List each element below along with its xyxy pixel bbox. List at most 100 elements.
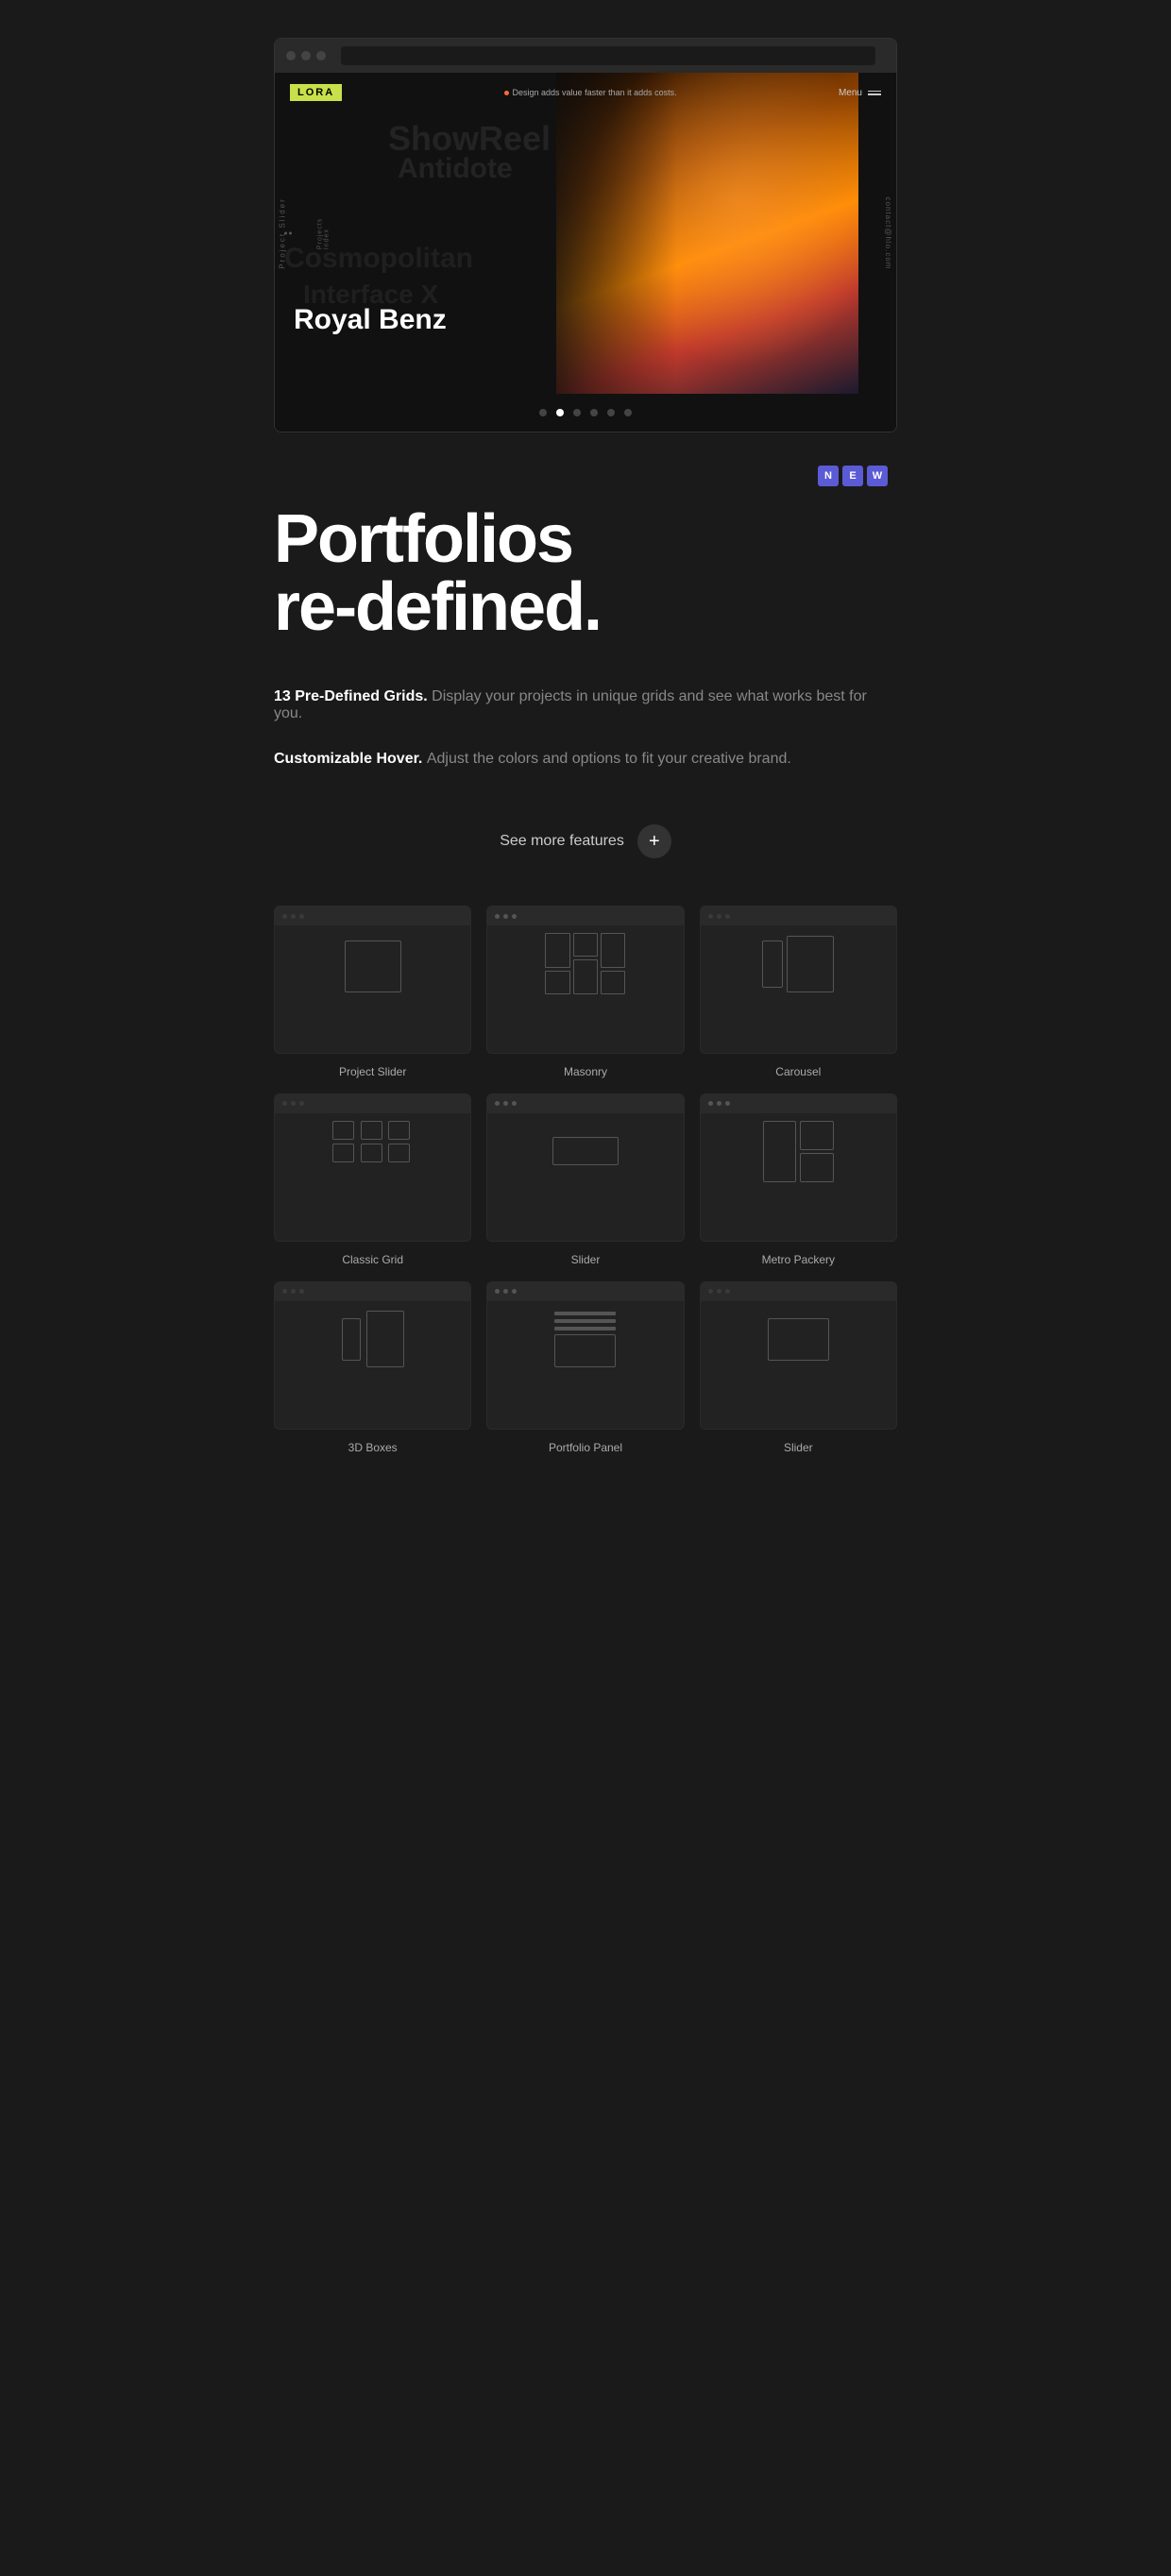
sketch-3d-boxes [342, 1309, 404, 1370]
hamburger-icon [868, 91, 881, 95]
preview-body [275, 1113, 470, 1170]
sketch-masonry [545, 933, 625, 994]
new-badge-e: E [842, 466, 863, 486]
preview-bar [701, 907, 896, 925]
feature-grids-title: 13 Pre-Defined Grids. [274, 688, 428, 704]
projects-index-label: Projects Index [317, 217, 331, 248]
layout-slider: Slider [486, 1093, 684, 1266]
portfolios-title: Portfolios re-defined. [274, 505, 897, 641]
feature-item-hover: Customizable Hover. Adjust the colors an… [274, 751, 897, 768]
browser-toolbar [275, 39, 896, 73]
sketch-portfolio-panel [548, 1309, 623, 1370]
new-badge-container: N E W [255, 451, 916, 486]
layout-preview-portfolio-panel[interactable] [486, 1281, 684, 1430]
side-label-contact: contact@hlo.com [884, 197, 892, 270]
layout-carousel: Carousel [700, 906, 897, 1078]
menu-button[interactable]: Menu [839, 88, 881, 98]
layout-metro-packery: Metro Packery [700, 1093, 897, 1266]
browser-address-bar[interactable] [341, 46, 875, 65]
layout-preview-project-slider[interactable] [274, 906, 471, 1054]
layout-portfolio-panel: Portfolio Panel [486, 1281, 684, 1454]
scroll-text-1: ShowReel [388, 120, 551, 158]
site-navigation: LORA Design adds value faster than it ad… [275, 73, 896, 112]
preview-body [275, 1301, 470, 1378]
pagination-dot-4[interactable] [590, 409, 598, 416]
preview-bar [701, 1282, 896, 1301]
nav-dots [284, 232, 292, 235]
features-list: 13 Pre-Defined Grids. Display your proje… [255, 669, 916, 805]
slider-pagination[interactable] [275, 394, 896, 432]
sketch-classic-grid [332, 1121, 413, 1162]
scroll-text-2: Antidote [398, 153, 513, 184]
scroll-text-3: Cosmopolitan [284, 243, 473, 274]
pagination-dot-6[interactable] [624, 409, 632, 416]
layouts-grid: Project Slider [255, 896, 916, 1473]
preview-bar [487, 907, 683, 925]
sketch-metro [763, 1121, 834, 1182]
preview-body [487, 1113, 683, 1190]
preview-body [487, 925, 683, 1002]
preview-bar [487, 1094, 683, 1113]
pagination-dot-2[interactable] [556, 409, 564, 416]
layout-name-carousel: Carousel [775, 1065, 821, 1078]
preview-body [701, 1301, 896, 1378]
feature-item-grids: 13 Pre-Defined Grids. Display your proje… [274, 688, 897, 722]
slider-site: LORA Design adds value faster than it ad… [275, 73, 896, 432]
new-badge-n: N [818, 466, 839, 486]
preview-bar [487, 1282, 683, 1301]
new-badge-w: W [867, 466, 888, 486]
sketch-carousel [762, 933, 834, 994]
preview-body [275, 925, 470, 1007]
pagination-dot-3[interactable] [573, 409, 581, 416]
site-tagline: Design adds value faster than it adds co… [504, 88, 677, 97]
layout-project-slider: Project Slider [274, 906, 471, 1078]
site-logo[interactable]: LORA [290, 84, 342, 101]
preview-body [487, 1301, 683, 1378]
browser-content: LORA Design adds value faster than it ad… [275, 73, 896, 432]
layout-name-3d-boxes: 3D Boxes [348, 1441, 398, 1454]
preview-body [701, 925, 896, 1002]
hero-slider: Project Slider contact@hlo.com Projects … [275, 73, 896, 394]
layout-preview-3d-boxes[interactable] [274, 1281, 471, 1430]
layout-3d-boxes: 3D Boxes [274, 1281, 471, 1454]
layout-preview-slider-2[interactable] [700, 1281, 897, 1430]
layout-name-portfolio-panel: Portfolio Panel [549, 1441, 622, 1454]
sketch-slider [345, 933, 401, 999]
see-more-button[interactable]: + [637, 824, 671, 858]
layout-name-masonry: Masonry [564, 1065, 607, 1078]
browser-dot-green [316, 51, 326, 60]
layout-name-project-slider: Project Slider [339, 1065, 406, 1078]
sketch-main-rect [345, 941, 401, 992]
layout-preview-slider[interactable] [486, 1093, 684, 1242]
layout-preview-masonry[interactable] [486, 906, 684, 1054]
preview-bar [275, 1094, 470, 1113]
layout-classic-grid: Classic Grid [274, 1093, 471, 1266]
layout-masonry: Masonry [486, 906, 684, 1078]
browser-dot-yellow [301, 51, 311, 60]
layout-name-metro-packery: Metro Packery [762, 1253, 835, 1266]
browser-dot-red [286, 51, 296, 60]
layout-preview-classic-grid[interactable] [274, 1093, 471, 1242]
browser-window: LORA Design adds value faster than it ad… [274, 38, 897, 432]
sketch-slider-big [548, 1121, 623, 1182]
layout-name-slider-2: Slider [784, 1441, 813, 1454]
hero-text-section: Portfolios re-defined. [255, 486, 916, 669]
layout-name-classic-grid: Classic Grid [342, 1253, 403, 1266]
preview-bar [275, 907, 470, 925]
preview-body [701, 1113, 896, 1190]
preview-bar [275, 1282, 470, 1301]
layout-preview-carousel[interactable] [700, 906, 897, 1054]
pagination-dot-1[interactable] [539, 409, 547, 416]
sketch-slider-2 [760, 1309, 836, 1370]
see-more-container: See more features + [255, 805, 916, 896]
layout-preview-metro[interactable] [700, 1093, 897, 1242]
preview-bar [701, 1094, 896, 1113]
see-more-label: See more features [500, 833, 624, 850]
tagline-dot [504, 91, 509, 95]
feature-hover-desc: Adjust the colors and options to fit you… [427, 751, 791, 767]
pagination-dot-5[interactable] [607, 409, 615, 416]
hero-main-title: Royal Benz [294, 303, 447, 337]
side-navigation: Projects Index [284, 232, 292, 235]
layout-name-slider: Slider [571, 1253, 601, 1266]
layout-slider-2: Slider [700, 1281, 897, 1454]
